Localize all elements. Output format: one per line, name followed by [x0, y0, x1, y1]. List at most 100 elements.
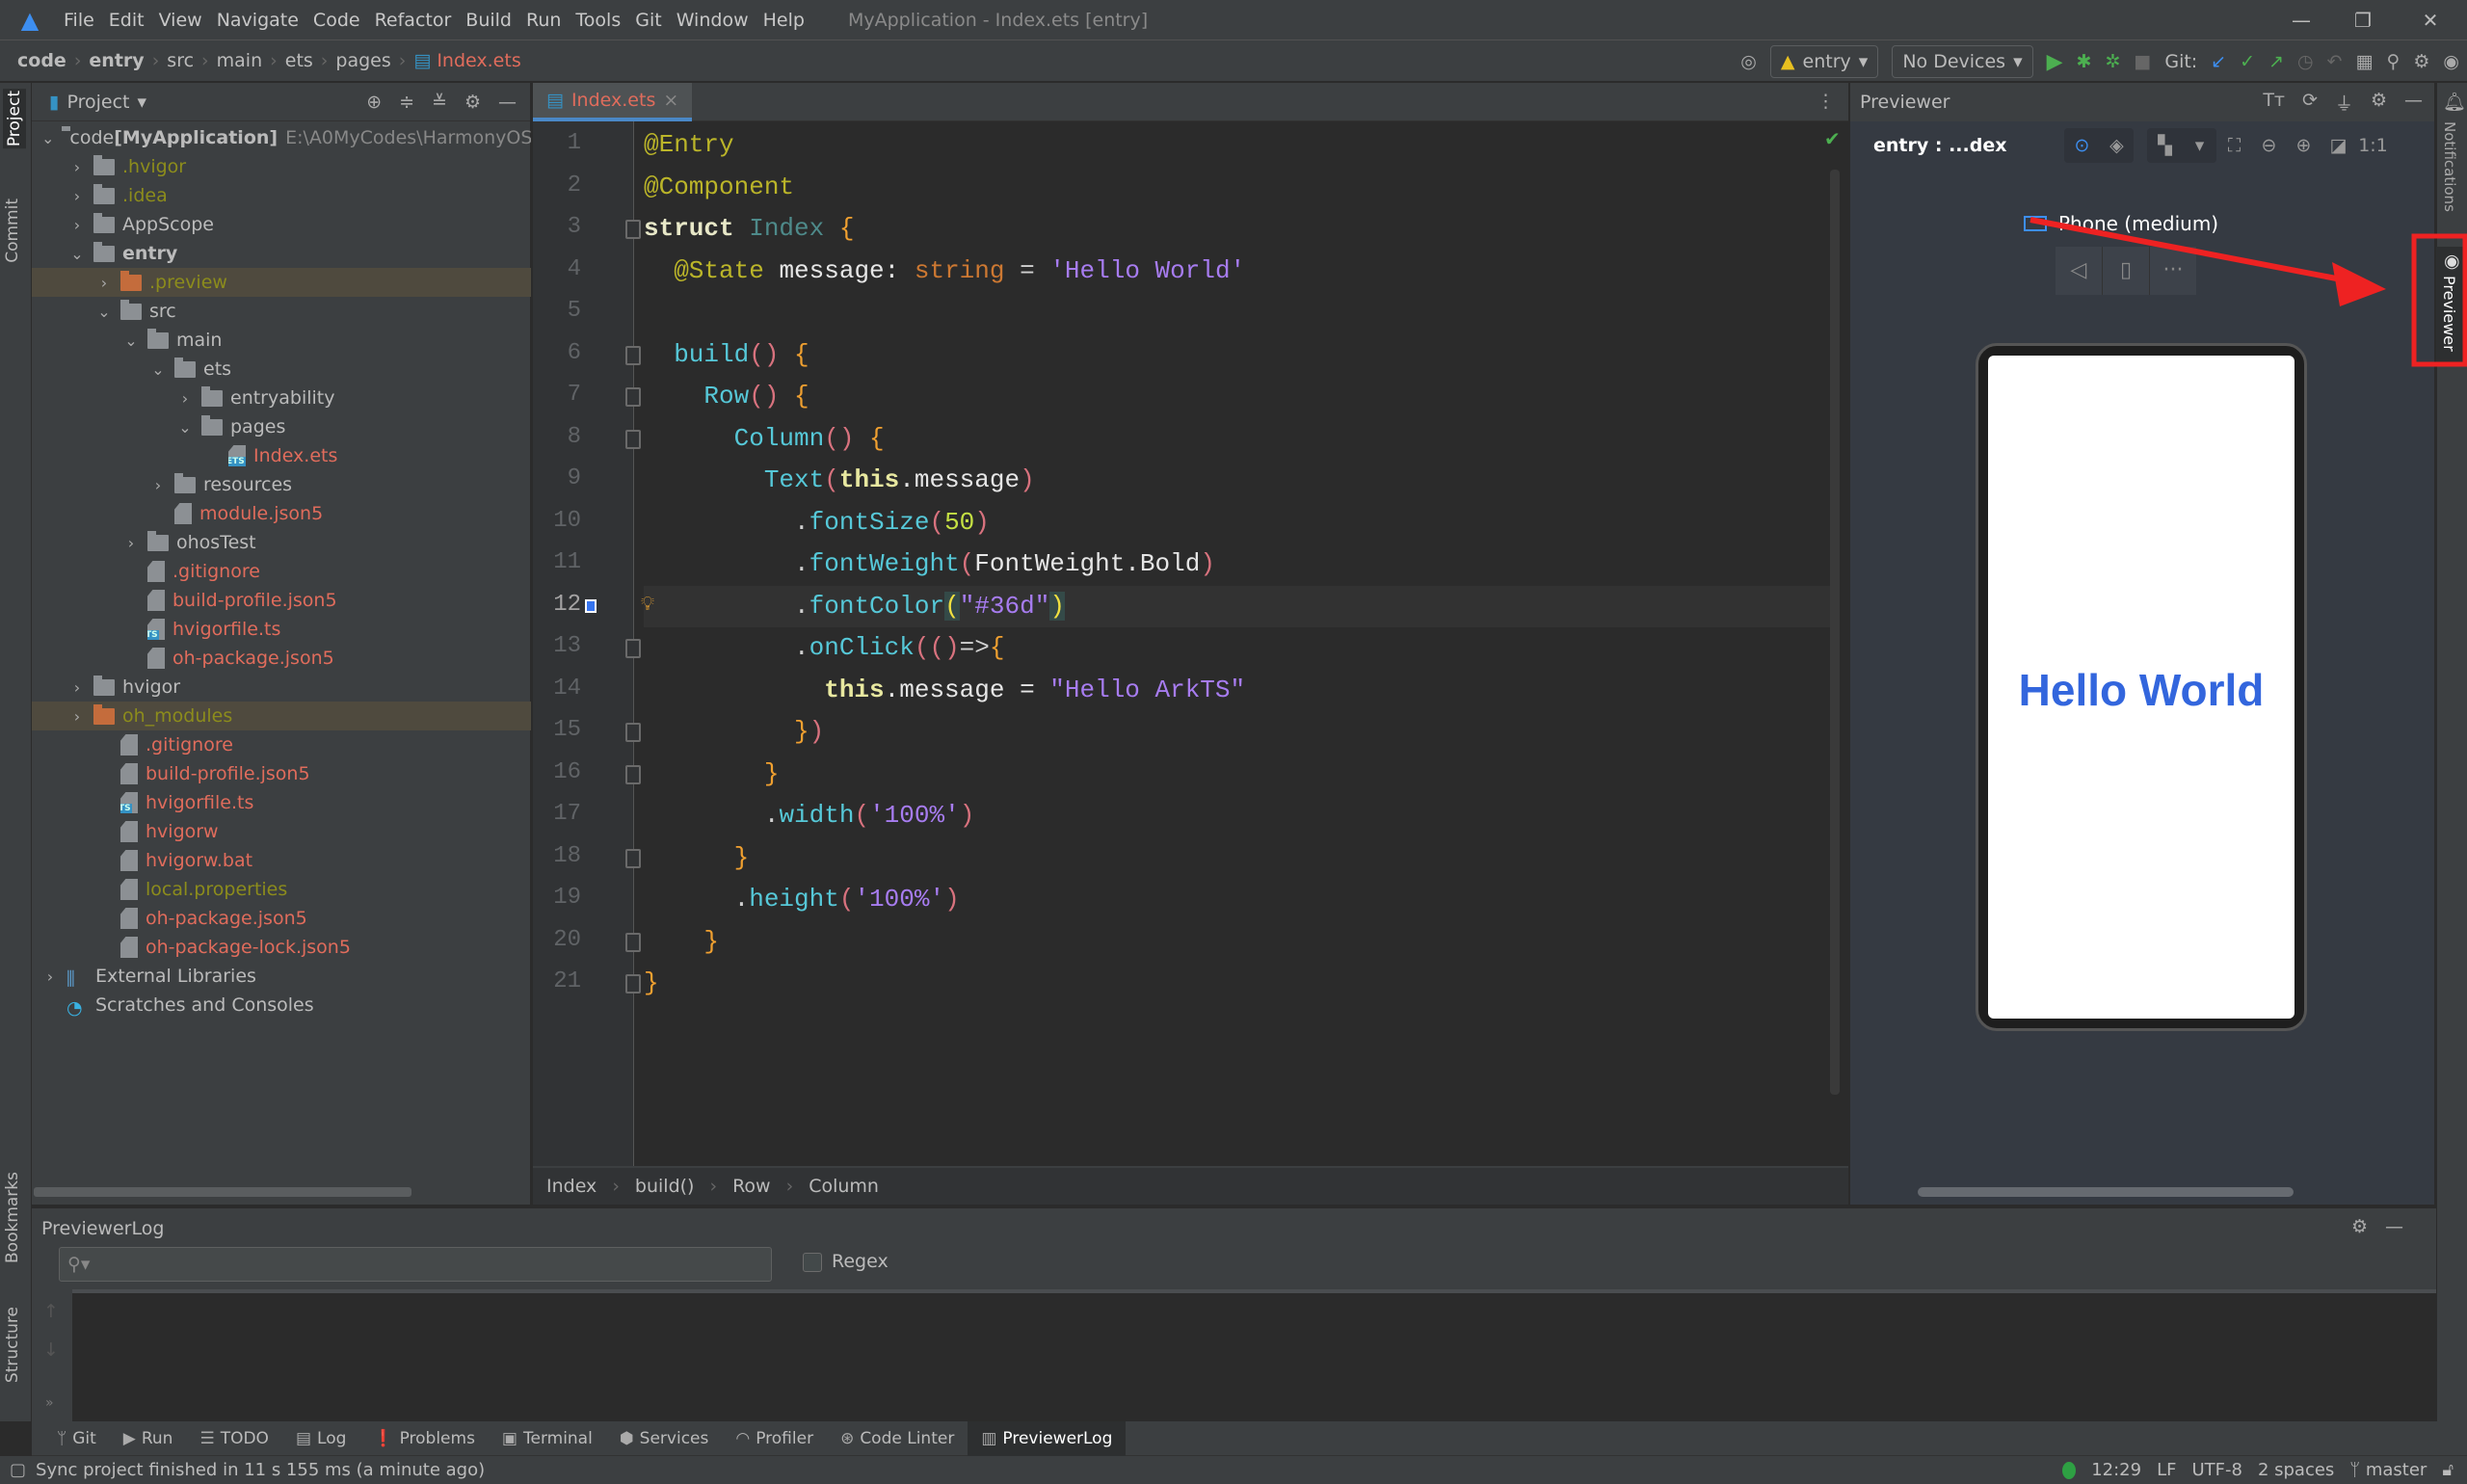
- more-actions-icon[interactable]: »: [45, 1395, 54, 1411]
- tree-item[interactable]: › .preview: [32, 268, 531, 297]
- tree-item[interactable]: oh-package-lock.json5: [32, 933, 531, 962]
- git-branch[interactable]: master: [2366, 1460, 2427, 1480]
- editor-breadcrumb-item[interactable]: Index: [546, 1176, 597, 1197]
- code-line[interactable]: .onClick(()=>{: [644, 627, 1839, 669]
- menu-edit[interactable]: Edit: [109, 10, 145, 31]
- vertical-scrollbar[interactable]: [1830, 170, 1840, 1095]
- side-tab-notifications[interactable]: Notifications: [2441, 121, 2458, 212]
- code-editor[interactable]: 1 2 3 4 5 6 7 8 9 10 11 12 13 14 15 16 17 18 19 20 21 @Entry…: [533, 121, 1848, 1166]
- tree-item[interactable]: build-profile.json5: [32, 586, 531, 615]
- tree-item[interactable]: ⌄ src: [32, 297, 531, 326]
- menu-run[interactable]: Run: [526, 10, 561, 31]
- bookmark-marker-icon[interactable]: [585, 598, 597, 613]
- refresh-icon[interactable]: ⟳: [2302, 90, 2318, 116]
- restore-button[interactable]: ❐: [2344, 6, 2382, 35]
- menu-code[interactable]: Code: [313, 10, 360, 31]
- chevron-down-icon[interactable]: ▾: [137, 92, 146, 113]
- side-tab-project[interactable]: Project: [3, 89, 26, 149]
- tool-tab-problems[interactable]: ❗ Problems: [359, 1421, 489, 1456]
- fold-marker-icon[interactable]: [625, 345, 641, 365]
- code-line[interactable]: [644, 292, 1839, 333]
- back-icon[interactable]: ◁: [2056, 247, 2103, 295]
- fold-marker-icon[interactable]: [625, 429, 641, 449]
- run-icon[interactable]: ▶: [2047, 50, 2063, 74]
- file-encoding[interactable]: UTF-8: [2191, 1460, 2242, 1480]
- fold-marker-icon[interactable]: [625, 848, 641, 868]
- tree-item[interactable]: › .hvigor: [32, 152, 531, 181]
- tree-item[interactable]: hvigorfile.ts: [32, 788, 531, 817]
- more-options-icon[interactable]: ⋮: [1817, 91, 1835, 112]
- tree-item[interactable]: ⌄ main: [32, 326, 531, 355]
- multi-device-icon[interactable]: ▚: [2147, 128, 2182, 163]
- fold-marker-icon[interactable]: [625, 639, 641, 658]
- device-dropdown[interactable]: No Devices ▾: [1892, 45, 2033, 78]
- editor-breadcrumb-item[interactable]: Column: [809, 1176, 879, 1197]
- font-size-icon[interactable]: Tт: [2263, 90, 2285, 116]
- no-problems-check-icon[interactable]: ✔: [1824, 127, 1841, 150]
- log-search-input[interactable]: [97, 1254, 771, 1275]
- code-line[interactable]: }: [644, 921, 1839, 963]
- tree-item[interactable]: › oh_modules: [32, 702, 531, 730]
- fold-marker-icon[interactable]: [625, 723, 641, 742]
- tool-tab-profiler[interactable]: ◠ Profiler: [722, 1421, 827, 1456]
- editor-breadcrumb-item[interactable]: Row: [732, 1176, 771, 1197]
- tree-item[interactable]: › entryability: [32, 384, 531, 412]
- tool-tab-todo[interactable]: ☰ TODO: [186, 1421, 282, 1456]
- menu-help[interactable]: Help: [763, 10, 805, 31]
- fold-marker-icon[interactable]: [625, 220, 641, 239]
- tree-item[interactable]: › ⫼ External Libraries: [32, 962, 531, 991]
- git-push-icon[interactable]: ↗: [2268, 51, 2284, 72]
- fold-marker-icon[interactable]: [625, 764, 641, 784]
- tool-tab-run[interactable]: ▶ Run: [110, 1421, 187, 1456]
- tool-tab-log[interactable]: ▤ Log: [282, 1421, 359, 1456]
- code-line[interactable]: }: [644, 754, 1839, 795]
- menu-navigate[interactable]: Navigate: [217, 10, 299, 31]
- side-tab-commit[interactable]: Commit: [3, 199, 22, 263]
- code-line[interactable]: Row() {: [644, 376, 1839, 417]
- code-line[interactable]: .fontColor("#36d"): [644, 585, 1839, 627]
- line-separator[interactable]: LF: [2157, 1460, 2176, 1480]
- intention-bulb-icon[interactable]: 💡︎: [641, 592, 654, 615]
- tree-item[interactable]: › resources: [32, 470, 531, 499]
- zoom-out-icon[interactable]: ⊖: [2251, 128, 2286, 163]
- tree-item[interactable]: hvigorw.bat: [32, 846, 531, 875]
- menu-view[interactable]: View: [159, 10, 202, 31]
- close-tab-icon[interactable]: ×: [663, 90, 678, 111]
- arrow-down-icon[interactable]: ↓: [43, 1339, 59, 1361]
- rotate-icon[interactable]: ▯: [2103, 247, 2150, 295]
- debug-icon[interactable]: ✱: [2077, 51, 2092, 72]
- lock-icon[interactable]: 🔓︎: [2442, 1460, 2454, 1480]
- preview-hello-text[interactable]: Hello World: [1988, 664, 2295, 716]
- layout-icon[interactable]: ▢: [10, 1460, 26, 1480]
- breadcrumb-item[interactable]: entry: [89, 50, 144, 71]
- fit-icon[interactable]: ⛶: [2216, 128, 2251, 163]
- account-icon[interactable]: ◉: [2443, 51, 2459, 72]
- breadcrumb-item[interactable]: pages: [335, 50, 390, 71]
- side-tab-previewer[interactable]: Previewer: [2440, 276, 2458, 352]
- menu-build[interactable]: Build: [465, 10, 512, 31]
- tool-tab-previewerlog[interactable]: ▥ PreviewerLog: [968, 1420, 1127, 1456]
- code-line[interactable]: }: [644, 837, 1839, 879]
- code-line[interactable]: @State message: string = 'Hello World': [644, 251, 1839, 292]
- tree-item[interactable]: .gitignore: [32, 730, 531, 759]
- select-opened-file-icon[interactable]: ⊕: [366, 92, 382, 113]
- tree-item[interactable]: ⌄ entry: [32, 239, 531, 268]
- tree-item[interactable]: oh-package.json5: [32, 644, 531, 673]
- regex-checkbox[interactable]: [803, 1253, 822, 1272]
- arrow-up-icon[interactable]: ↑: [43, 1301, 59, 1322]
- minimize-button[interactable]: —: [2282, 6, 2321, 35]
- expand-all-icon[interactable]: ≑: [399, 92, 414, 113]
- side-tab-bookmarks[interactable]: Bookmarks: [3, 1172, 22, 1263]
- tree-item[interactable]: › hvigor: [32, 673, 531, 702]
- search-icon[interactable]: ⚲: [2386, 51, 2400, 72]
- code-line[interactable]: .width('100%'): [644, 795, 1839, 836]
- more-icon[interactable]: ···: [2150, 247, 2196, 295]
- hide-icon[interactable]: —: [2404, 90, 2423, 116]
- tree-item[interactable]: › AppScope: [32, 210, 531, 239]
- menu-tools[interactable]: Tools: [575, 10, 621, 31]
- layers-icon[interactable]: ◈: [2099, 128, 2134, 163]
- tab-index-ets[interactable]: ▤ Index.ets ×: [533, 83, 693, 121]
- collapse-all-icon[interactable]: ≚: [432, 92, 447, 113]
- phone-screen[interactable]: Hello World: [1988, 356, 2295, 1019]
- fold-marker-icon[interactable]: [625, 387, 641, 407]
